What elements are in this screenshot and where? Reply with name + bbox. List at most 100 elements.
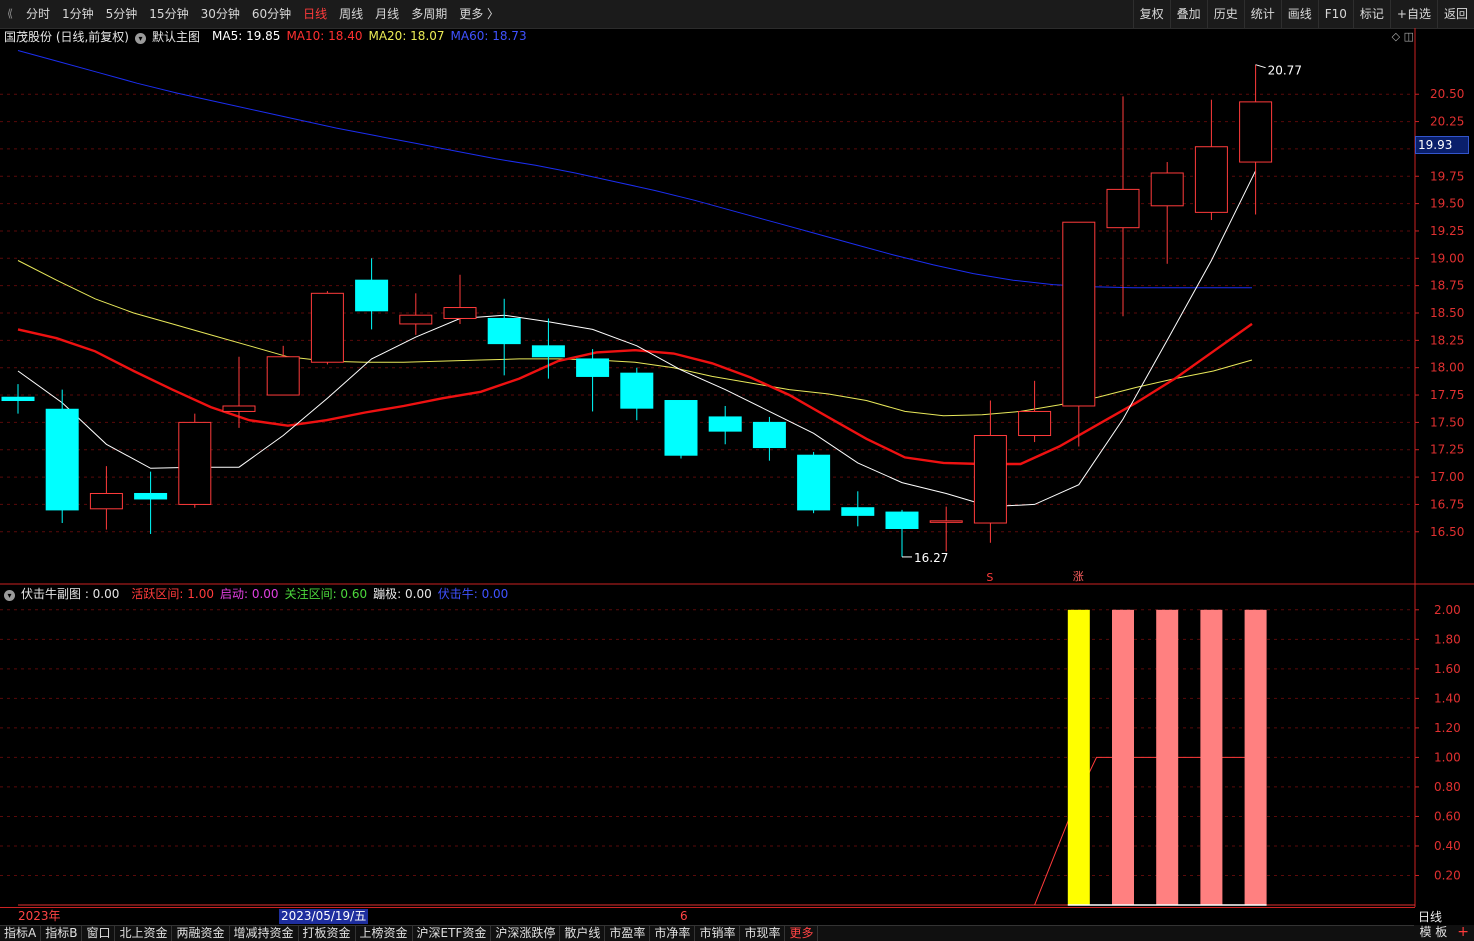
period-tab-6[interactable]: 日线	[297, 0, 333, 28]
candle-body-down	[797, 454, 831, 511]
candle	[576, 349, 610, 412]
candle	[487, 298, 521, 376]
indicator-tab-7[interactable]: 上榜资金	[356, 926, 413, 941]
signal-s: S	[986, 571, 993, 584]
candle-body-down	[531, 345, 565, 358]
indicator-tab-13[interactable]: 市销率	[695, 926, 741, 941]
toolbar-actions: 复权 叠加 历史 统计 画线 F10 标记 +自选 返回	[1132, 0, 1474, 28]
top-toolbar: ⟪ 分时 1分钟 5分钟 15分钟 30分钟 60分钟 日线 周线 月线 多周期 更多 〉 复权 叠加…	[0, 0, 1474, 29]
candle-body-down	[487, 317, 521, 345]
candle-body-up	[89, 492, 123, 510]
candle-body-up	[1018, 410, 1052, 437]
candle-body-up	[1194, 146, 1228, 213]
toolbar-button-8[interactable]: 返回	[1436, 0, 1474, 28]
candle-body-up	[399, 314, 433, 325]
main-tick-label: 17.25	[1430, 443, 1464, 457]
template-button[interactable]: 模 板	[1414, 925, 1452, 940]
candle-body-down	[841, 507, 875, 516]
sub-signal-line	[1034, 756, 1256, 906]
sub-tick-label: 1.20	[1434, 721, 1461, 735]
main-tick-label: 19.00	[1430, 251, 1464, 265]
main-tick-label: 18.00	[1430, 361, 1464, 375]
candle-body-up	[1239, 101, 1273, 163]
candle	[399, 293, 433, 335]
high-marker-arrow	[1255, 64, 1266, 69]
period-tab-1[interactable]: 1分钟	[56, 0, 100, 28]
toolbar-button-6[interactable]: 标记	[1352, 0, 1390, 28]
candle-body-down	[45, 408, 79, 511]
candle-body-down	[576, 358, 610, 377]
indicator-tab-12[interactable]: 市净率	[650, 926, 696, 941]
candle-body-up	[1150, 172, 1184, 207]
candle-body-up	[929, 520, 963, 523]
period-tab-9[interactable]: 多周期	[405, 0, 453, 28]
bottom-right-tools: 模 板 +	[1414, 925, 1474, 940]
chart-canvas[interactable]: 16.50 16.75 17.00 17.25 17.50 17.75 18.00 18.25…	[0, 28, 1474, 907]
period-tab-3[interactable]: 15分钟	[143, 0, 194, 28]
candle-body-down	[664, 400, 698, 456]
main-tick-label: 18.25	[1430, 333, 1464, 347]
candle-body-down	[134, 492, 168, 500]
period-tab-0[interactable]: 分时	[20, 0, 56, 28]
toolbar-button-7[interactable]: +自选	[1389, 0, 1437, 28]
period-tab-5[interactable]: 60分钟	[246, 0, 297, 28]
candle	[752, 416, 786, 461]
cursor-date: 2023/05/19/五	[279, 909, 369, 924]
indicator-tab-0[interactable]: 指标A	[0, 926, 42, 941]
indicator-tab-2[interactable]: 窗口	[82, 926, 116, 941]
period-tab-4[interactable]: 30分钟	[195, 0, 246, 28]
indicator-tab-1[interactable]: 指标B	[41, 926, 83, 941]
indicator-tab-10[interactable]: 散户线	[560, 926, 606, 941]
indicator-tab-15[interactable]: 更多	[785, 926, 819, 941]
toolbar-button-3[interactable]: 统计	[1243, 0, 1281, 28]
sub-bar	[1112, 609, 1134, 905]
sub-tick-label: 0.40	[1434, 839, 1461, 853]
toolbar-button-0[interactable]: 复权	[1132, 0, 1170, 28]
indicator-tab-4[interactable]: 两融资金	[172, 926, 230, 941]
toolbar-button-4[interactable]: 画线	[1280, 0, 1318, 28]
last-price-tag: 19.93	[1415, 136, 1469, 154]
period-tab-2[interactable]: 5分钟	[100, 0, 144, 28]
period-tab-10[interactable]: 更多 〉	[453, 0, 505, 28]
indicator-tab-8[interactable]: 沪深ETF资金	[413, 926, 492, 941]
candle	[1106, 96, 1140, 317]
candle-body-down	[355, 279, 389, 312]
sub-tick-label: 2.00	[1434, 603, 1461, 617]
high-label: 20.77	[1268, 64, 1302, 78]
toolbar-button-5[interactable]: F10	[1317, 0, 1353, 28]
indicator-tabs: 指标A 指标B 窗口 北上资金 两融资金 增减持资金 打板资金 上榜资金 沪深ETF资金 沪深涨跌…	[0, 925, 1474, 941]
period-tabs: ⟪ 分时 1分钟 5分钟 15分钟 30分钟 60分钟 日线 周线 月线 多周期 更多 〉	[0, 0, 505, 28]
candle-body-up	[1062, 221, 1096, 407]
indicator-tab-6[interactable]: 打板资金	[299, 926, 356, 941]
candle	[89, 466, 123, 530]
candle-body-down	[752, 421, 786, 449]
add-icon[interactable]: +	[1452, 925, 1474, 940]
main-tick-label: 19.50	[1430, 197, 1464, 211]
indicator-tab-3[interactable]: 北上资金	[115, 926, 173, 941]
period-tab-8[interactable]: 月线	[369, 0, 405, 28]
period-tab-7[interactable]: 周线	[333, 0, 369, 28]
candle	[443, 274, 477, 324]
candle	[310, 291, 344, 365]
candle	[1194, 99, 1228, 221]
candle	[620, 367, 654, 421]
candle-body-up	[266, 356, 300, 396]
candle-body-up	[310, 292, 344, 363]
toolbar-button-1[interactable]: 叠加	[1169, 0, 1207, 28]
toolbar-button-2[interactable]: 历史	[1206, 0, 1244, 28]
sub-bar	[1067, 609, 1090, 905]
candle-body-up	[973, 435, 1007, 524]
indicator-tab-9[interactable]: 沪深涨跌停	[491, 926, 561, 941]
main-tick-label: 17.00	[1430, 470, 1464, 484]
candle	[708, 405, 742, 445]
indicator-tab-14[interactable]: 市现率	[740, 926, 786, 941]
sub-bar	[1244, 609, 1267, 905]
candle	[134, 471, 168, 534]
collapse-icon[interactable]: ⟪	[0, 0, 20, 28]
candle	[355, 258, 389, 330]
indicator-tab-5[interactable]: 增减持资金	[230, 926, 299, 941]
indicator-tab-11[interactable]: 市盈率	[605, 926, 651, 941]
candle-body-down	[885, 511, 919, 529]
candle-body-up	[1106, 188, 1140, 229]
sub-tick-label: 0.60	[1434, 809, 1461, 823]
